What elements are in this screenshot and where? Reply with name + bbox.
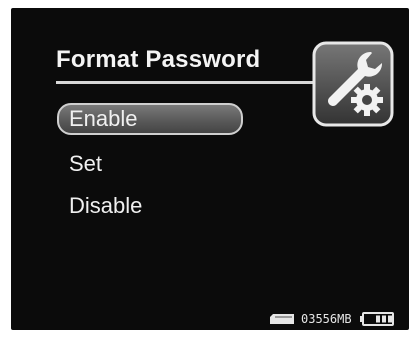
page-title: Format Password	[56, 46, 261, 73]
menu-item-set[interactable]: Set	[69, 150, 102, 178]
free-space-text: 03556MB	[301, 312, 352, 326]
menu-item-enable[interactable]: Enable	[57, 103, 243, 135]
battery-icon	[359, 312, 394, 326]
battery-bar	[375, 315, 380, 323]
menu-item-disable[interactable]: Disable	[69, 192, 142, 220]
battery-bar	[387, 315, 392, 323]
status-bar: 03556MB	[269, 311, 394, 327]
device-screen: Format Password Enable Set Disable 03556…	[11, 8, 409, 330]
title-divider	[56, 81, 320, 84]
settings-wrench-gear-icon	[312, 41, 394, 127]
memory-card-icon	[270, 314, 294, 324]
battery-bar	[381, 315, 386, 323]
